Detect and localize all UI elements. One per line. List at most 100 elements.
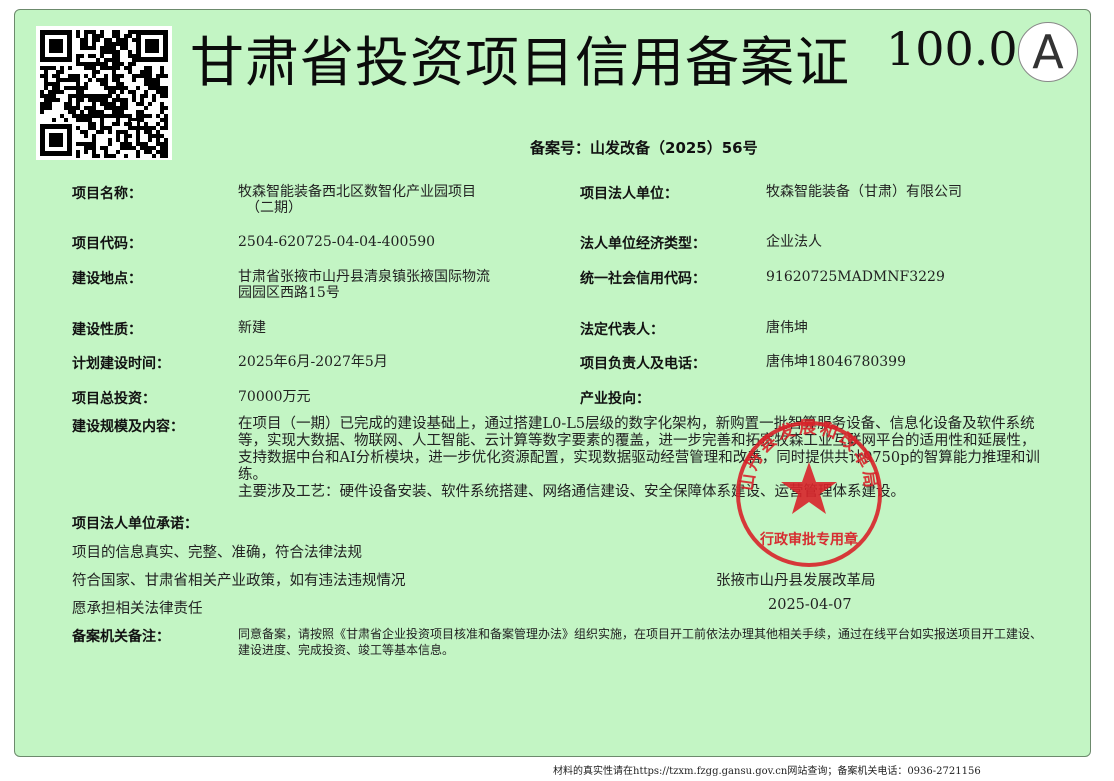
qr-module (80, 42, 84, 46)
qr-module (40, 106, 44, 110)
qr-module (112, 34, 116, 38)
qr-module (156, 114, 160, 118)
qr-module (84, 82, 88, 86)
qr-module (116, 106, 120, 110)
qr-module (96, 154, 100, 158)
qr-module (116, 114, 120, 118)
qr-module (112, 74, 116, 78)
qr-module (136, 126, 140, 130)
qr-module (112, 110, 116, 114)
qr-module (72, 94, 76, 98)
qr-module (96, 78, 100, 82)
qr-module (124, 122, 128, 126)
qr-module (88, 142, 92, 146)
qr-module (160, 142, 164, 146)
qr-module (132, 74, 136, 78)
qr-module (84, 38, 88, 42)
qr-module (80, 94, 84, 98)
qr-module (92, 106, 96, 110)
qr-module (156, 78, 160, 82)
credit-code-value: 91620725MADMNF3229 (766, 269, 945, 285)
qr-module (80, 130, 84, 134)
project-name-line2: （二期） (246, 200, 302, 216)
qr-module (80, 46, 84, 50)
scope-label: 建设规模及内容： (72, 419, 184, 435)
qr-module (124, 46, 128, 50)
qr-module (152, 86, 156, 90)
qr-module (124, 130, 128, 134)
qr-module (144, 90, 148, 94)
qr-module (100, 34, 104, 38)
qr-module (100, 110, 104, 114)
certificate-title: 甘肃省投资项目信用备案证 (190, 31, 850, 94)
qr-module (108, 126, 112, 130)
qr-module (40, 102, 44, 106)
qr-module (152, 94, 156, 98)
qr-module (112, 114, 116, 118)
qr-module (148, 138, 152, 142)
qr-module (124, 102, 128, 106)
qr-module (76, 30, 80, 34)
qr-code[interactable] (36, 26, 172, 160)
qr-module (88, 114, 92, 118)
qr-module (84, 118, 88, 122)
qr-module (100, 114, 104, 118)
qr-module (160, 134, 164, 138)
qr-module (120, 86, 124, 90)
qr-module (160, 150, 164, 154)
qr-module (108, 114, 112, 118)
qr-module (72, 106, 76, 110)
qr-module (72, 114, 76, 118)
qr-module (144, 94, 148, 98)
qr-module (52, 86, 56, 90)
qr-module (92, 34, 96, 38)
qr-module (104, 78, 108, 82)
qr-module (148, 150, 152, 154)
qr-module (68, 66, 72, 70)
qr-module (76, 86, 80, 90)
qr-module (64, 86, 68, 90)
qr-module (124, 106, 128, 110)
qr-module (144, 126, 148, 130)
qr-module (164, 114, 168, 118)
qr-module (136, 102, 140, 106)
qr-module (108, 102, 112, 106)
qr-module (72, 86, 76, 90)
qr-module (84, 106, 88, 110)
qr-module (160, 90, 164, 94)
qr-module (112, 122, 116, 126)
contact-label: 项目负责人及电话： (580, 356, 706, 372)
qr-module (96, 130, 100, 134)
qr-module (124, 138, 128, 142)
scope-text: 在项目（一期）已完成的建设基础上，通过搭建L0-L5层级的数字化架构，新购置一批… (238, 416, 1040, 483)
qr-module (128, 126, 132, 130)
qr-module (148, 114, 152, 118)
qr-module (160, 66, 164, 70)
qr-module (164, 86, 168, 90)
commitment-line3: 愿承担相关法律责任 (72, 601, 203, 617)
qr-module (128, 90, 132, 94)
official-seal: 山丹县发展和改革局 行政审批专用章 (736, 418, 882, 567)
qr-module (132, 94, 136, 98)
qr-module (80, 86, 84, 90)
qr-module (140, 146, 144, 150)
qr-module (76, 102, 80, 106)
qr-module (44, 106, 48, 110)
qr-module (120, 62, 124, 66)
qr-module (92, 46, 96, 50)
project-code-label: 项目代码： (72, 236, 142, 252)
qr-module (120, 46, 124, 50)
nature-label: 建设性质： (72, 322, 142, 338)
qr-module (140, 118, 144, 122)
qr-module (128, 70, 132, 74)
qr-module (88, 94, 92, 98)
qr-module (116, 130, 120, 134)
qr-module (148, 70, 152, 74)
qr-module (116, 50, 120, 54)
qr-module (104, 102, 108, 106)
qr-module (100, 98, 104, 102)
qr-module (84, 34, 88, 38)
project-name-label: 项目名称： (72, 186, 142, 202)
nature-value: 新建 (238, 320, 266, 336)
qr-module (144, 106, 148, 110)
